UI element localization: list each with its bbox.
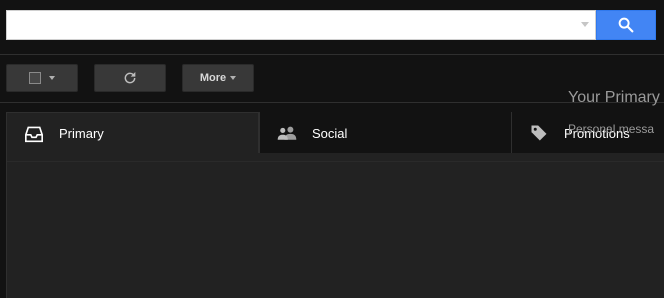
tab-primary[interactable]: Primary [6,112,259,154]
empty-state-text: Personal messa [568,122,655,136]
gmail-dark-screen: More Primary Social Promotions Your Prim… [0,0,664,298]
search-button[interactable] [596,10,656,40]
divider [7,161,664,162]
checkbox-icon[interactable] [29,72,41,84]
caret-down-icon[interactable] [581,22,589,27]
header-divider [0,54,664,55]
caret-down-icon [49,76,55,80]
tab-label: Social [312,125,348,141]
empty-state-title: Your Primary [568,89,660,106]
search-icon [618,17,634,33]
tab-label: Primary [59,126,104,141]
refresh-icon [124,72,136,84]
search-bar[interactable] [6,10,596,40]
tab-social[interactable]: Social [259,112,511,154]
category-tabs: Primary Social Promotions [6,112,664,154]
people-icon [276,122,298,144]
toolbar-divider [0,102,664,103]
more-label: More [199,72,227,84]
inbox-icon [23,123,45,145]
more-button[interactable]: More [182,64,254,92]
search-input[interactable] [7,11,583,39]
tag-icon [528,122,550,144]
message-list-empty [6,153,664,298]
refresh-button[interactable] [94,64,166,92]
select-button[interactable] [6,64,78,92]
caret-down-icon [230,76,237,80]
